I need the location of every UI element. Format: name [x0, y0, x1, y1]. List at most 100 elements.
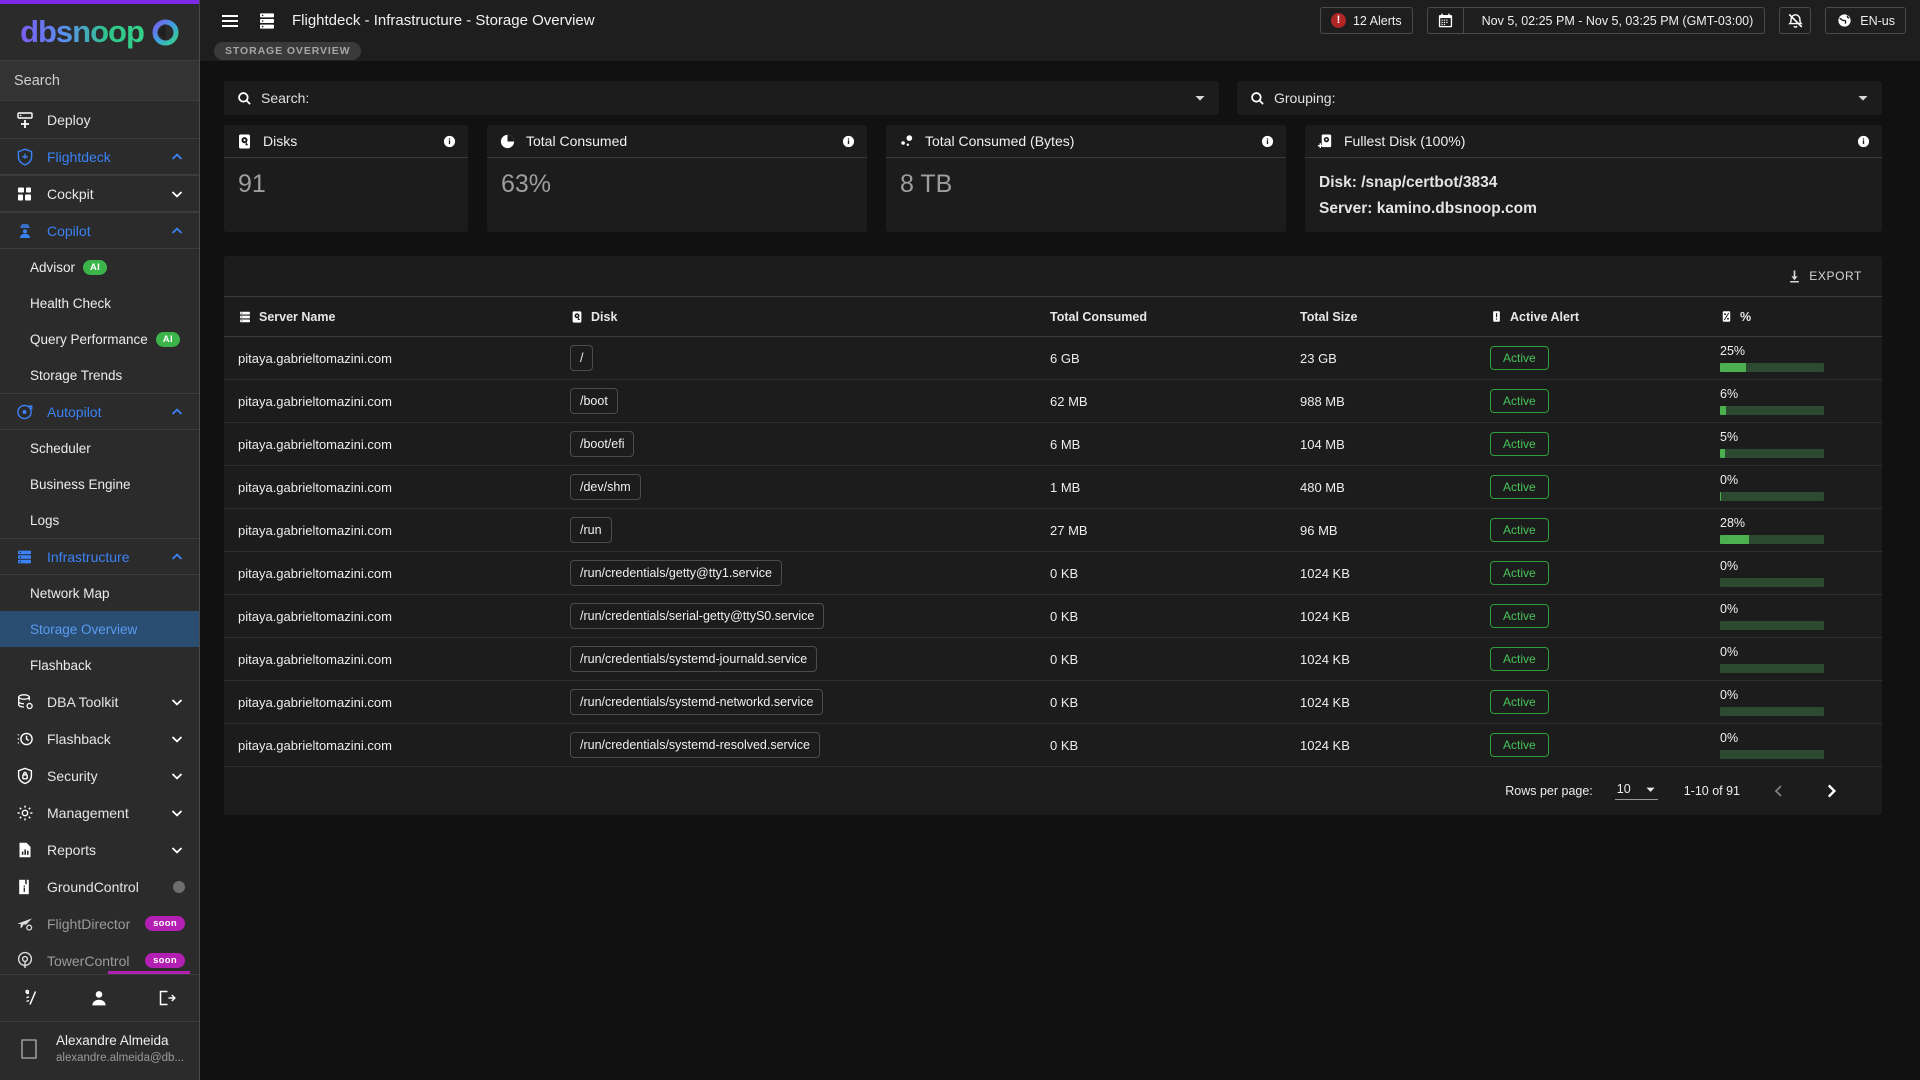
cell-active-alert: Active: [1484, 379, 1714, 423]
info-icon[interactable]: [1261, 135, 1274, 148]
sidebar-item-towercontrol[interactable]: TowerControl soon: [0, 942, 199, 971]
table-row[interactable]: pitaya.gabrieltomazini.com/run/credentia…: [224, 680, 1882, 724]
export-button[interactable]: EXPORT: [1787, 269, 1862, 284]
sidebar-item-health-check[interactable]: Health Check: [0, 285, 199, 321]
sidebar-group-dba-toolkit[interactable]: DBA Toolkit: [0, 683, 199, 720]
percent-bar-fill: [1720, 406, 1727, 415]
sidebar-sub-label: Query Performance: [30, 331, 148, 347]
cell-active-alert: Active: [1484, 680, 1714, 724]
table-row[interactable]: pitaya.gabrieltomazini.com/run/credentia…: [224, 551, 1882, 595]
hamburger-menu-icon[interactable]: [218, 9, 242, 33]
table-row[interactable]: pitaya.gabrieltomazini.com/boot 62 MB 988 …: [224, 379, 1882, 423]
info-icon[interactable]: [443, 135, 456, 148]
column-header-disk[interactable]: Disk: [564, 296, 1044, 337]
sidebar-item-groundcontrol[interactable]: GroundControl: [0, 868, 199, 905]
disk-chip[interactable]: /boot: [570, 388, 618, 414]
sidebar-item-business-engine[interactable]: Business Engine: [0, 466, 199, 502]
disk-chip[interactable]: /run/credentials/systemd-networkd.servic…: [570, 689, 824, 715]
sidebar-item-logs[interactable]: Logs: [0, 502, 199, 538]
disk-chip[interactable]: /run/credentials/serial-getty@ttyS0.serv…: [570, 603, 825, 629]
sidebar-item-flightdirector[interactable]: FlightDirector soon: [0, 905, 199, 942]
next-page-button[interactable]: [1818, 778, 1844, 804]
table-row[interactable]: pitaya.gabrieltomazini.com/ 6 GB 23 GB Acti…: [224, 336, 1882, 380]
table-row[interactable]: pitaya.gabrieltomazini.com/boot/efi 6 MB 1…: [224, 422, 1882, 466]
disk-chip[interactable]: /run/credentials/getty@tty1.service: [570, 560, 782, 586]
sidebar-group-label: Copilot: [47, 222, 91, 239]
disk-chip[interactable]: /run/credentials/systemd-resolved.servic…: [570, 732, 820, 758]
chevron-down-icon[interactable]: [1857, 92, 1869, 104]
disk-chip[interactable]: /run: [570, 517, 612, 543]
cell-percent: 6%: [1714, 379, 1882, 423]
sidebar-group-label: Security: [47, 767, 98, 784]
sidebar-item-scheduler[interactable]: Scheduler: [0, 430, 199, 466]
brand-logo[interactable]: dbsnoop: [0, 4, 199, 62]
table-row[interactable]: pitaya.gabrieltomazini.com/dev/shm 1 MB 48…: [224, 465, 1882, 509]
sidebar-sub-label: Business Engine: [30, 476, 131, 492]
sidebar-group-flashback[interactable]: Flashback: [0, 720, 199, 757]
alerts-count: 12 Alerts: [1352, 13, 1402, 28]
book-info-icon: [14, 876, 36, 898]
percent-label: 28%: [1720, 516, 1746, 530]
sidebar-sub-label: Flashback: [30, 657, 92, 673]
shortcut-slash-icon[interactable]: [20, 985, 46, 1011]
sidebar-item-advisor[interactable]: Advisor AI: [0, 249, 199, 285]
column-header-server-name[interactable]: Server Name: [224, 296, 564, 337]
sidebar-group-label: DBA Toolkit: [47, 693, 119, 710]
rows-per-page-select[interactable]: 10: [1614, 782, 1658, 800]
info-icon[interactable]: [1857, 135, 1870, 148]
sidebar-group-cockpit[interactable]: Cockpit: [0, 175, 199, 213]
column-header-active-alert[interactable]: Active Alert: [1484, 296, 1714, 337]
sidebar-user[interactable]: Alexandre Almeida alexandre.almeida@db..…: [0, 1022, 199, 1080]
sidebar-search-label: Search: [14, 72, 60, 89]
mute-notifications-button[interactable]: [1779, 7, 1812, 34]
grouping-input[interactable]: Grouping:: [1237, 81, 1882, 115]
disk-chip[interactable]: /: [570, 345, 594, 371]
table-row[interactable]: pitaya.gabrieltomazini.com/run/credentia…: [224, 594, 1882, 638]
sidebar-search[interactable]: Search: [0, 61, 199, 102]
column-header-percent[interactable]: %: [1714, 296, 1882, 337]
sidebar-group-infrastructure[interactable]: Infrastructure: [0, 538, 199, 576]
user-icon[interactable]: [86, 985, 112, 1011]
column-header-total-consumed[interactable]: Total Consumed: [1044, 296, 1294, 337]
column-label: %: [1740, 309, 1752, 324]
disk-chip[interactable]: /boot/efi: [570, 431, 635, 457]
table-body: pitaya.gabrieltomazini.com/6 GB 23 GB Acti…: [224, 336, 1882, 767]
sidebar-group-autopilot[interactable]: Autopilot: [0, 393, 199, 431]
sidebar-group-flightdeck[interactable]: Flightdeck: [0, 138, 199, 176]
sidebar-group-label: Cockpit: [47, 185, 94, 202]
disk-icon: [236, 133, 253, 150]
logout-icon[interactable]: [153, 985, 179, 1011]
breadcrumb[interactable]: STORAGE OVERVIEW: [214, 42, 362, 60]
sidebar-group-reports[interactable]: Reports: [0, 831, 199, 868]
search-input[interactable]: Search:: [224, 81, 1219, 115]
chevron-down-icon[interactable]: [1194, 92, 1206, 104]
disk-chip[interactable]: /dev/shm: [570, 474, 641, 500]
sidebar-item-network-map[interactable]: Network Map: [0, 575, 199, 611]
sidebar-item-storage-overview[interactable]: Storage Overview: [0, 611, 199, 648]
sidebar-group-security[interactable]: Security: [0, 757, 199, 794]
rows-per-page-value: 10: [1616, 782, 1631, 796]
table-row[interactable]: pitaya.gabrieltomazini.com/run/credentia…: [224, 723, 1882, 767]
sidebar-item-query-performance[interactable]: Query Performance AI: [0, 321, 199, 357]
sidebar-group-copilot[interactable]: Copilot: [0, 212, 199, 250]
info-icon[interactable]: [842, 135, 855, 148]
topbar-context-server-stack-icon[interactable]: [256, 10, 278, 32]
sidebar-group-management[interactable]: Management: [0, 794, 199, 831]
language-selector[interactable]: EN-us: [1825, 7, 1906, 34]
sidebar-item-flashback-sub[interactable]: Flashback: [0, 647, 199, 683]
sidebar-item-storage-trends[interactable]: Storage Trends: [0, 357, 199, 393]
date-range-picker[interactable]: Nov 5, 02:25 PM - Nov 5, 03:25 PM (GMT-0…: [1426, 7, 1766, 34]
table-row[interactable]: pitaya.gabrieltomazini.com/run/credentia…: [224, 637, 1882, 681]
kpi-body: 63%: [487, 158, 867, 232]
user-name: Alexandre Almeida: [56, 1033, 169, 1048]
sidebar-item-label: GroundControl: [47, 878, 139, 895]
prev-page-button[interactable]: [1766, 778, 1792, 804]
disk-chip[interactable]: /run/credentials/systemd-journald.servic…: [570, 646, 818, 672]
kpi-card-total-consumed-bytes: Total Consumed (Bytes) 8 TB: [886, 125, 1286, 232]
kpi-body: Disk: /snap/certbot/3834 Server: kamino.…: [1305, 158, 1882, 232]
table-row[interactable]: pitaya.gabrieltomazini.com/run 27 MB 96 MB…: [224, 508, 1882, 552]
percent-label: 6%: [1720, 387, 1739, 401]
alerts-button[interactable]: ! 12 Alerts: [1319, 7, 1413, 34]
sidebar-item-deploy[interactable]: Deploy: [0, 101, 199, 138]
column-header-total-size[interactable]: Total Size: [1294, 296, 1484, 337]
